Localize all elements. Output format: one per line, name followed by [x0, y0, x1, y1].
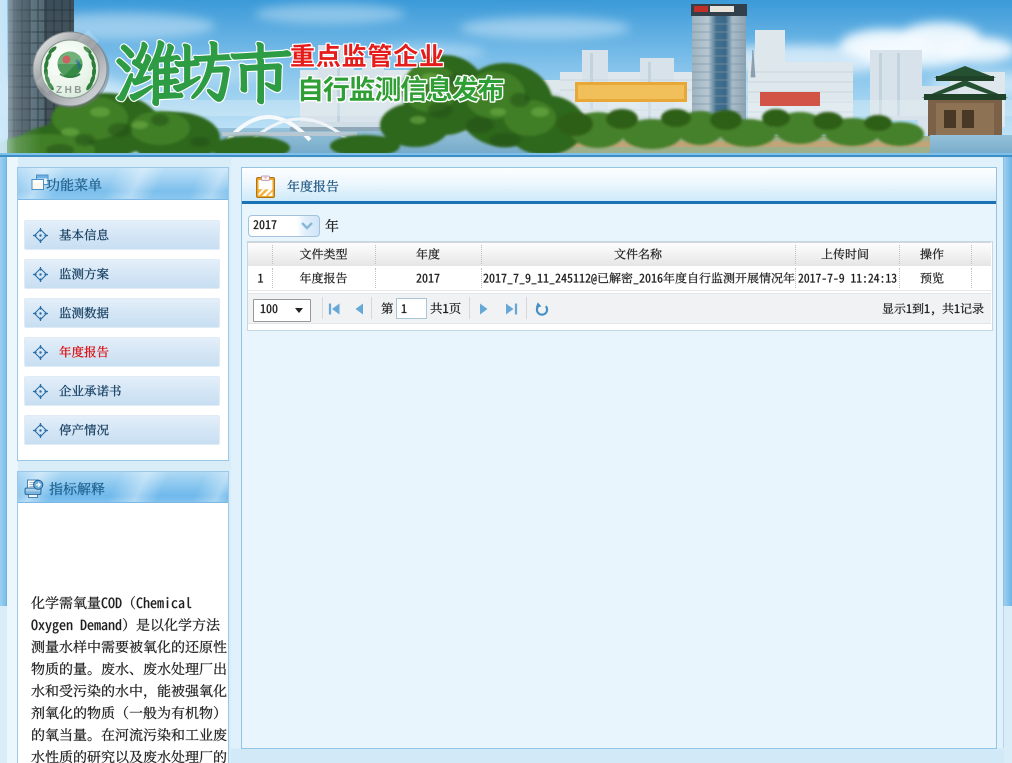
svg-text:ZHB: ZHB: [56, 85, 84, 96]
